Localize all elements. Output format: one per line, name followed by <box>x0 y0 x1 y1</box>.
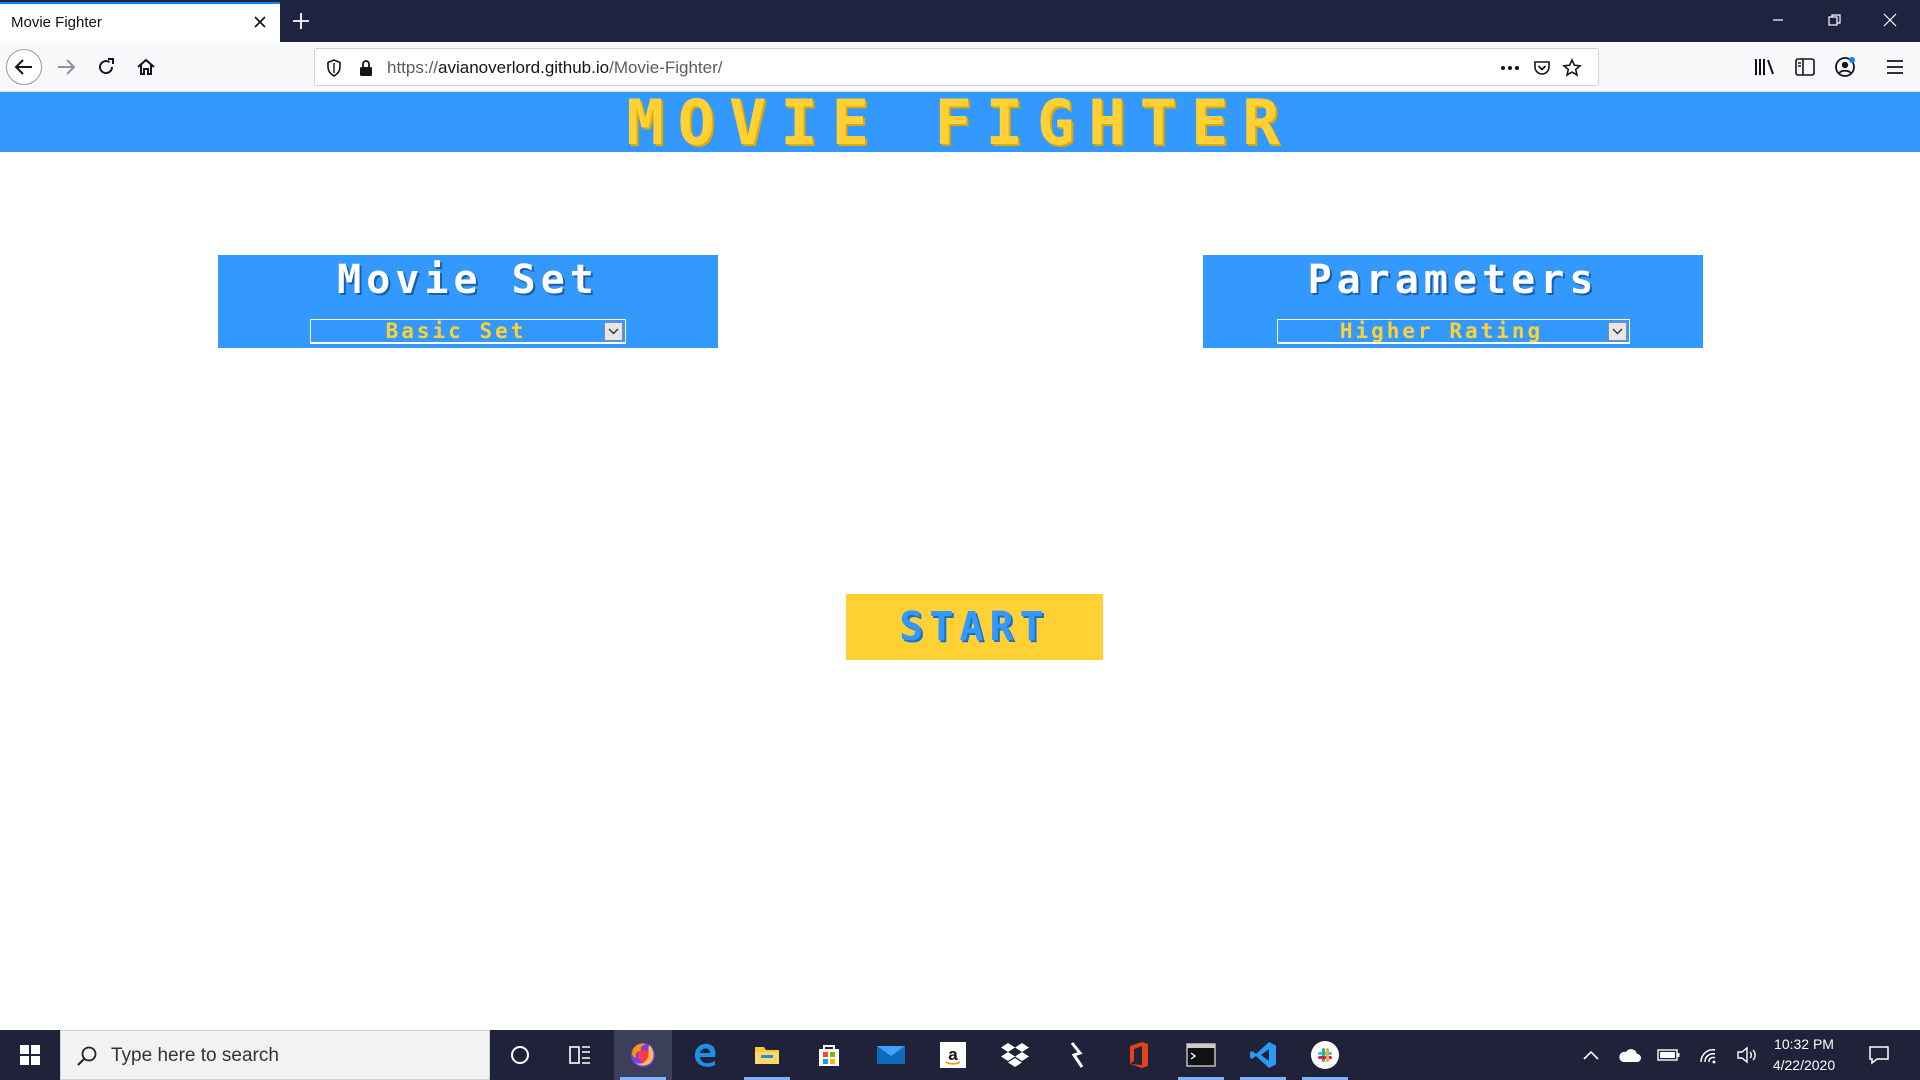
amazon-icon[interactable]: a <box>924 1030 982 1080</box>
library-icon[interactable] <box>1750 52 1780 82</box>
dropbox-icon[interactable] <box>986 1030 1044 1080</box>
movie-set-selected-value: Basic Set <box>385 319 527 343</box>
parameters-selected-value: Higher Rating <box>1339 319 1544 343</box>
show-hidden-icons-icon[interactable] <box>1578 1042 1604 1068</box>
back-icon[interactable] <box>6 49 42 85</box>
nav-toolbar: https://avianoverlord.github.io/Movie-Fi… <box>0 42 1920 92</box>
reload-icon[interactable] <box>88 49 124 85</box>
url-bar[interactable]: https://avianoverlord.github.io/Movie-Fi… <box>314 48 1599 86</box>
start-button[interactable]: START <box>846 594 1103 660</box>
page-header: MOVIE FIGHTER <box>0 86 1920 159</box>
firefox-icon[interactable] <box>614 1030 672 1080</box>
windows-start-icon[interactable] <box>0 1030 60 1080</box>
cortana-icon[interactable] <box>491 1030 549 1080</box>
wifi-icon[interactable] <box>1696 1042 1722 1068</box>
movie-set-select[interactable]: Basic Set <box>310 319 626 344</box>
screen: Movie Fighter https://avianoverlord.gith… <box>0 0 1920 1080</box>
forward-icon[interactable] <box>48 49 84 85</box>
slack-icon[interactable] <box>1296 1030 1354 1080</box>
bookmark-star-icon[interactable] <box>1561 57 1583 79</box>
start-button-label: START <box>899 604 1050 650</box>
url-path: /Movie-Fighter/ <box>609 58 723 77</box>
tab-strip: Movie Fighter <box>0 0 1920 42</box>
new-tab-icon[interactable] <box>288 8 314 34</box>
page-title: MOVIE FIGHTER <box>626 85 1294 159</box>
chevron-down-icon[interactable] <box>1608 322 1627 341</box>
search-icon <box>75 1044 99 1068</box>
onedrive-icon[interactable] <box>1616 1042 1642 1068</box>
url-prefix: https:// <box>387 58 439 77</box>
search-placeholder: Type here to search <box>111 1045 279 1066</box>
url-host: avianoverlord.github.io <box>438 58 610 77</box>
sidebar-icon[interactable] <box>1790 52 1820 82</box>
clock-date: 4/22/2020 <box>1772 1057 1836 1073</box>
store-icon[interactable] <box>800 1030 858 1080</box>
system-clock[interactable]: 10:32 PM 4/22/2020 <box>1764 1034 1844 1076</box>
task-view-icon[interactable] <box>551 1030 609 1080</box>
mail-icon[interactable] <box>862 1030 920 1080</box>
terminal-icon[interactable] <box>1172 1030 1230 1080</box>
taskbar-search-input[interactable]: Type here to search <box>60 1030 490 1080</box>
tracking-shield-icon[interactable] <box>323 57 345 79</box>
minimize-icon[interactable] <box>1748 4 1808 36</box>
lock-icon[interactable] <box>355 57 377 79</box>
parameters-select[interactable]: Higher Rating <box>1277 319 1630 344</box>
page-actions-icon[interactable] <box>1499 57 1521 79</box>
parameters-label: Parameters <box>1307 257 1599 303</box>
taskbar: Type here to search a 10:32 PM 4/22/2020 <box>0 1030 1920 1080</box>
url-text: https://avianoverlord.github.io/Movie-Fi… <box>387 58 722 78</box>
menu-icon[interactable] <box>1880 52 1910 82</box>
file-explorer-icon[interactable] <box>738 1030 796 1080</box>
parameters-panel: Parameters Higher Rating <box>1203 255 1703 348</box>
clock-time: 10:32 PM <box>1774 1036 1834 1052</box>
home-icon[interactable] <box>128 49 164 85</box>
vscode-icon[interactable] <box>1234 1030 1292 1080</box>
browser-tab[interactable]: Movie Fighter <box>0 2 280 42</box>
svg-text:a: a <box>948 1045 958 1064</box>
account-icon[interactable] <box>1830 52 1860 82</box>
close-tab-icon[interactable] <box>250 12 270 32</box>
office-icon[interactable] <box>1110 1030 1168 1080</box>
movie-set-label: Movie Set <box>337 257 599 303</box>
movie-set-panel: Movie Set Basic Set <box>218 255 718 348</box>
chevron-down-icon[interactable] <box>604 322 623 341</box>
tab-title: Movie Fighter <box>11 14 102 31</box>
lightning-app-icon[interactable] <box>1048 1030 1106 1080</box>
pocket-icon[interactable] <box>1531 57 1553 79</box>
volume-icon[interactable] <box>1734 1042 1760 1068</box>
action-center-icon[interactable] <box>1866 1042 1892 1068</box>
restore-icon[interactable] <box>1804 4 1864 36</box>
close-window-icon[interactable] <box>1860 4 1920 36</box>
battery-icon[interactable] <box>1656 1042 1682 1068</box>
edge-icon[interactable] <box>676 1030 734 1080</box>
